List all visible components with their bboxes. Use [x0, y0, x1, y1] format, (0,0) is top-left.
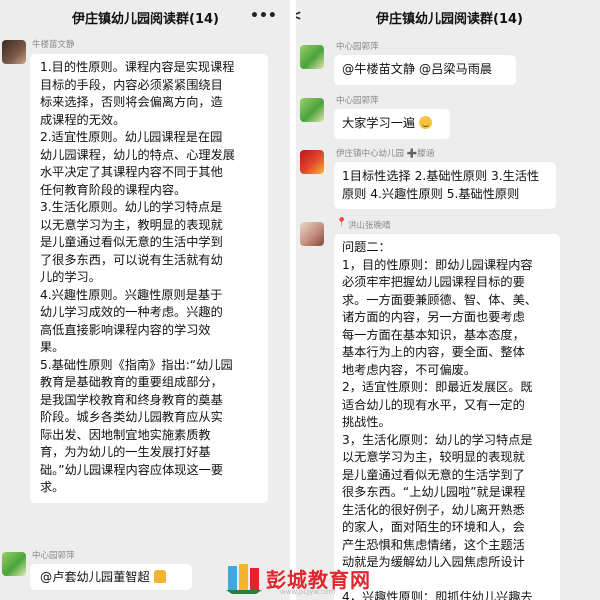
- avatar[interactable]: [300, 45, 324, 69]
- location-pin-icon: 📍: [336, 218, 348, 228]
- message-text: 大家学习一遍: [342, 116, 416, 130]
- message-line: 3.生活化原则。幼儿的学习特点是: [40, 200, 223, 214]
- avatar[interactable]: [300, 150, 324, 174]
- mention-text: @卢套幼儿园董智超: [40, 570, 150, 584]
- message-line: 儿的学习。: [40, 270, 101, 284]
- message-line: 诸方面的内容，另一方面也要考虑: [342, 310, 525, 324]
- message-line: 以无意学习为主，教明显的表现就: [40, 217, 223, 232]
- sender-name: 伊庄镇中心幼儿园 ➕滕涵: [336, 149, 435, 159]
- message-line: 幼儿学习成效的一种考虑。兴趣的: [40, 305, 223, 319]
- message-line: 挑战性。: [342, 415, 391, 429]
- thumbs-up-emoji-icon: [153, 570, 166, 583]
- message-line: 每一方面在基本知识，基本态度，: [342, 327, 525, 342]
- back-arrow-icon[interactable]: <: [296, 8, 302, 24]
- message-line: 1目标性选择 2.基础性原则 3.生活性: [342, 169, 540, 183]
- message-line: 5.基础性原则《指南》指出:“幼儿园: [40, 357, 233, 372]
- avatar[interactable]: [300, 98, 324, 122]
- message-line: 基本行为上的内容，要全面、整体: [342, 345, 525, 359]
- sender-name: 中心园郭萍: [336, 96, 379, 106]
- message-bubble[interactable]: 1.目的性原则。课程内容是实现课程 目标的手段，内容必须紧紧围绕目 标来选择，否则将…: [30, 54, 268, 503]
- message-line: 1.目的性原则。课程内容是实现课程: [40, 60, 235, 74]
- message-line: 原则 4.兴趣性原则 5.基础性原则: [342, 186, 520, 201]
- site-watermark: 彭城教育网 www.pcjyw.com: [226, 558, 386, 598]
- message-line: 础。”幼儿园课程内容应体现这一要: [40, 462, 224, 477]
- message-line: 3，生活化原则：幼儿的学习特点是: [342, 432, 533, 447]
- message-line: 目标的手段，内容必须紧紧围绕目: [40, 77, 223, 92]
- message-line: 育，为为幼儿的一生发展打好基: [40, 445, 211, 459]
- message-line: 是儿童通过看似无意的生活中学到: [40, 235, 223, 249]
- message-bubble[interactable]: 大家学习一遍: [334, 109, 450, 139]
- sender-name: 中心园郭萍: [32, 551, 75, 561]
- smile-emoji-icon: [419, 116, 432, 129]
- message-line: 高低直接影响课程内容的学习效: [40, 322, 211, 337]
- message-line: 1，目的性原则：即幼儿园课程内容: [342, 257, 533, 272]
- message-line: 2.适宜性原则。幼儿园课程是在园: [40, 130, 223, 144]
- message-bubble[interactable]: 1目标性选择 2.基础性原则 3.生活性 原则 4.兴趣性原则 5.基础性原则: [334, 162, 556, 209]
- message-line: 生活化的很好例子，幼儿离开熟悉: [342, 502, 525, 517]
- message-bubble[interactable]: @牛楼苗文静 @吕梁马雨晨: [334, 55, 516, 85]
- message-line: 适合幼儿的现有水平，又有一定的: [342, 397, 525, 412]
- sender-name: 洪山张晚晴: [348, 221, 391, 231]
- message-line: 以无意学习为主，较明显的表现就: [342, 450, 525, 464]
- message-line: 阶段。城乡各类幼儿园教育应从实: [40, 410, 223, 424]
- message-line: 很多东西。“上幼儿园啦”就是课程: [342, 485, 526, 499]
- message-line: 问题二：: [342, 240, 391, 254]
- message-line: 水平决定了其课程内容不同于其他: [40, 165, 223, 179]
- message-line: 产生恐惧和焦虑情绪，这个主题活: [342, 537, 525, 552]
- message-line: 了很多东西，可以说有生活就有幼: [40, 252, 223, 267]
- right-chat-pane: < 伊庄镇幼儿园阅读群(14) 中心园郭萍 @牛楼苗文静 @吕梁马雨晨 中心园郭…: [296, 0, 600, 600]
- message-bubble[interactable]: 问题二： 1，目的性原则：即幼儿园课程内容 必须牢牢把握幼儿园课程目标的要 求。一方面…: [334, 234, 560, 600]
- message-line: 任何教育阶段的课程内容。: [40, 182, 187, 197]
- left-chat-header: 伊庄镇幼儿园阅读群(14) •••: [0, 0, 290, 34]
- message-line: 求。一方面要兼顾德、智、体、美、: [342, 292, 537, 307]
- right-chat-title: 伊庄镇幼儿园阅读群(14): [376, 11, 523, 27]
- avatar[interactable]: [300, 222, 324, 246]
- message-line: 的家人，面对陌生的环境和人，会: [342, 520, 525, 534]
- sender-name: 牛楼苗文静: [32, 40, 75, 50]
- message-line: 教育是基础教育的重要组成部分，: [40, 375, 223, 389]
- message-line: 是我国学校教育和终身教育的奠基: [40, 392, 223, 407]
- message-bubble[interactable]: @卢套幼儿园董智超: [30, 564, 192, 590]
- message-line: 果。: [40, 340, 65, 354]
- avatar[interactable]: [2, 552, 26, 576]
- message-line: 4.兴趣性原则。兴趣性原则是基于: [40, 287, 223, 302]
- message-line: 幼儿园课程，幼儿的特点、心理发展: [40, 147, 235, 162]
- message-line: 标来选择，否则将会偏离方向，造: [40, 95, 223, 109]
- watermark-logo-icon: [226, 562, 262, 594]
- mention-text: @牛楼苗文静 @吕梁马雨晨: [342, 62, 493, 76]
- message-line: 是儿童通过看似无意的生活学到了: [342, 467, 525, 482]
- left-chat-pane: 伊庄镇幼儿园阅读群(14) ••• 牛楼苗文静 1.目的性原则。课程内容是实现课…: [0, 0, 290, 600]
- avatar[interactable]: [2, 40, 26, 64]
- message-line: 际出发、因地制宜地实施素质教: [40, 427, 211, 442]
- message-line: 2，适宜性原则：即最近发展区。既: [342, 380, 533, 394]
- left-chat-title: 伊庄镇幼儿园阅读群(14): [72, 11, 219, 27]
- message-line: 必须牢牢把握幼儿园课程目标的要: [342, 275, 525, 289]
- message-line: 地考虑内容，不可偏废。: [342, 362, 477, 377]
- sender-name: 中心园郭萍: [336, 42, 379, 52]
- message-line: 成课程的无效。: [40, 112, 126, 127]
- watermark-url: www.pcjyw.com: [280, 588, 336, 596]
- message-line: 求。: [40, 480, 65, 494]
- right-chat-header: < 伊庄镇幼儿园阅读群(14): [296, 0, 600, 34]
- more-icon[interactable]: •••: [250, 8, 277, 24]
